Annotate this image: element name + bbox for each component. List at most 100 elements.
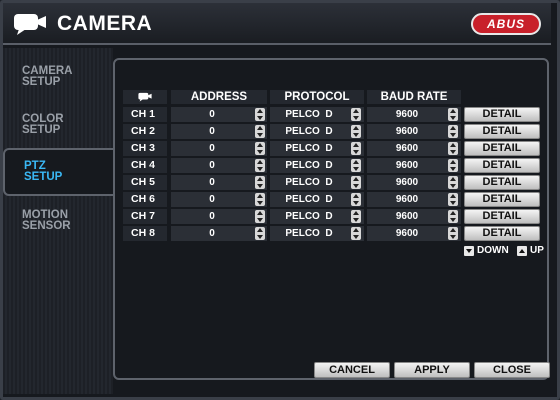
channel-label: CH 3: [123, 141, 167, 156]
baud-rate-spinner-icon[interactable]: [448, 193, 458, 206]
protocol-field[interactable]: PELCO D: [270, 192, 364, 207]
page-title: CAMERA: [57, 12, 153, 35]
baud-rate-field[interactable]: 9600: [367, 209, 461, 224]
address-field[interactable]: 0: [171, 124, 267, 139]
detail-button[interactable]: DETAIL: [464, 226, 540, 241]
address-spinner-icon[interactable]: [255, 142, 265, 155]
protocol-spinner-icon[interactable]: [351, 108, 361, 121]
channel-label: CH 4: [123, 158, 167, 173]
protocol-value: PELCO D: [285, 177, 333, 188]
camera-icon: [138, 92, 152, 102]
protocol-spinner-icon[interactable]: [351, 125, 361, 138]
page-down-label: DOWN: [477, 245, 509, 256]
protocol-value: PELCO D: [285, 228, 333, 239]
address-field[interactable]: 0: [171, 192, 267, 207]
protocol-field[interactable]: PELCO D: [270, 158, 364, 173]
address-field[interactable]: 0: [171, 107, 267, 122]
baud-rate-field[interactable]: 9600: [367, 226, 461, 241]
baud-rate-value: 9600: [395, 228, 419, 239]
address-field[interactable]: 0: [171, 141, 267, 156]
address-spinner-icon[interactable]: [255, 193, 265, 206]
address-value: 0: [209, 143, 215, 154]
baud-rate-value: 9600: [395, 194, 419, 205]
detail-button[interactable]: DETAIL: [464, 158, 540, 173]
channel-label: CH 2: [123, 124, 167, 139]
protocol-value: PELCO D: [285, 143, 333, 154]
baud-rate-value: 9600: [395, 143, 419, 154]
baud-rate-value: 9600: [395, 177, 419, 188]
detail-button[interactable]: DETAIL: [464, 124, 540, 139]
title-bar: CAMERA ABUS: [3, 3, 551, 45]
baud-rate-field[interactable]: 9600: [367, 192, 461, 207]
baud-rate-spinner-icon[interactable]: [448, 227, 458, 240]
table-row: CH 1 0 PELCO D 9600 DETAIL: [0, 107, 560, 122]
address-value: 0: [209, 109, 215, 120]
detail-button[interactable]: DETAIL: [464, 192, 540, 207]
address-spinner-icon[interactable]: [255, 159, 265, 172]
address-value: 0: [209, 194, 215, 205]
table-row: CH 4 0 PELCO D 9600 DETAIL: [0, 158, 560, 173]
baud-rate-spinner-icon[interactable]: [448, 108, 458, 121]
address-value: 0: [209, 211, 215, 222]
address-field[interactable]: 0: [171, 175, 267, 190]
address-field[interactable]: 0: [171, 226, 267, 241]
baud-rate-field[interactable]: 9600: [367, 158, 461, 173]
channel-label: CH 5: [123, 175, 167, 190]
protocol-field[interactable]: PELCO D: [270, 209, 364, 224]
table-row: CH 8 0 PELCO D 9600 DETAIL: [0, 226, 560, 241]
protocol-field[interactable]: PELCO D: [270, 141, 364, 156]
protocol-spinner-icon[interactable]: [351, 210, 361, 223]
baud-rate-spinner-icon[interactable]: [448, 176, 458, 189]
page-up-label: UP: [530, 245, 544, 256]
protocol-field[interactable]: PELCO D: [270, 124, 364, 139]
channel-column-header: [123, 90, 167, 104]
address-spinner-icon[interactable]: [255, 125, 265, 138]
table-row: CH 2 0 PELCO D 9600 DETAIL: [0, 124, 560, 139]
page-up-button[interactable]: [517, 246, 527, 256]
protocol-spinner-icon[interactable]: [351, 176, 361, 189]
cancel-button[interactable]: CANCEL: [314, 362, 390, 378]
protocol-field[interactable]: PELCO D: [270, 107, 364, 122]
baud-rate-spinner-icon[interactable]: [448, 125, 458, 138]
protocol-spinner-icon[interactable]: [351, 227, 361, 240]
address-value: 0: [209, 160, 215, 171]
baud-rate-spinner-icon[interactable]: [448, 142, 458, 155]
table-row: CH 3 0 PELCO D 9600 DETAIL: [0, 141, 560, 156]
baud-rate-field[interactable]: 9600: [367, 124, 461, 139]
address-spinner-icon[interactable]: [255, 227, 265, 240]
camera-icon: [14, 14, 46, 35]
apply-button[interactable]: APPLY: [394, 362, 470, 378]
address-field[interactable]: 0: [171, 158, 267, 173]
protocol-field[interactable]: PELCO D: [270, 175, 364, 190]
protocol-spinner-icon[interactable]: [351, 159, 361, 172]
protocol-spinner-icon[interactable]: [351, 193, 361, 206]
address-value: 0: [209, 228, 215, 239]
protocol-value: PELCO D: [285, 126, 333, 137]
baud-rate-field[interactable]: 9600: [367, 175, 461, 190]
baud-rate-field[interactable]: 9600: [367, 107, 461, 122]
baud-rate-value: 9600: [395, 109, 419, 120]
detail-button[interactable]: DETAIL: [464, 209, 540, 224]
address-spinner-icon[interactable]: [255, 210, 265, 223]
address-column-header: ADDRESS: [171, 90, 267, 104]
detail-button[interactable]: DETAIL: [464, 175, 540, 190]
address-field[interactable]: 0: [171, 209, 267, 224]
protocol-value: PELCO D: [285, 160, 333, 171]
address-spinner-icon[interactable]: [255, 176, 265, 189]
protocol-value: PELCO D: [285, 109, 333, 120]
baud-rate-spinner-icon[interactable]: [448, 210, 458, 223]
address-spinner-icon[interactable]: [255, 108, 265, 121]
baud-rate-field[interactable]: 9600: [367, 141, 461, 156]
detail-button[interactable]: DETAIL: [464, 141, 540, 156]
close-button[interactable]: CLOSE: [474, 362, 550, 378]
detail-button[interactable]: DETAIL: [464, 107, 540, 122]
table-row: CH 6 0 PELCO D 9600 DETAIL: [0, 192, 560, 207]
protocol-field[interactable]: PELCO D: [270, 226, 364, 241]
page-down-button[interactable]: [464, 246, 474, 256]
channel-label: CH 8: [123, 226, 167, 241]
protocol-value: PELCO D: [285, 211, 333, 222]
protocol-spinner-icon[interactable]: [351, 142, 361, 155]
sidebar-item-label: SETUP: [22, 76, 61, 88]
protocol-column-header: PROTOCOL: [270, 90, 364, 104]
baud-rate-spinner-icon[interactable]: [448, 159, 458, 172]
